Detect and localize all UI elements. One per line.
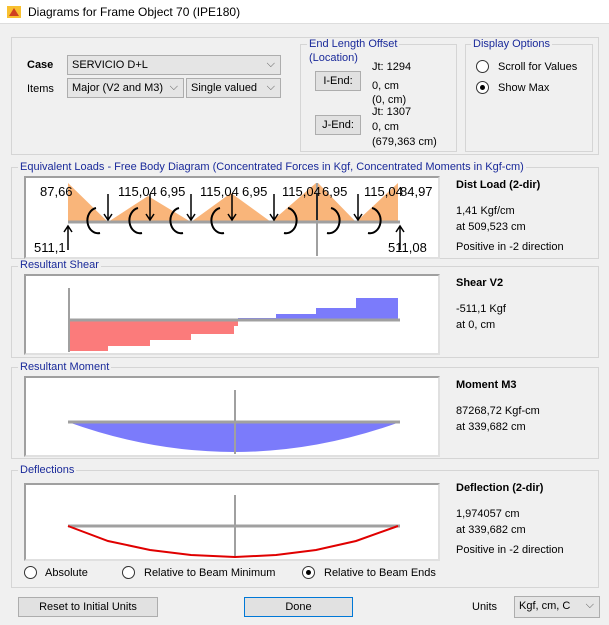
shear-title: Resultant Shear: [18, 259, 101, 271]
app-icon: [7, 6, 21, 18]
chevron-down-icon: ⌵: [266, 58, 275, 70]
display-options-title: Display Options: [471, 38, 553, 50]
fbd-info-location: at 509,523 cm: [456, 221, 526, 233]
fbd-label: 115,04: [200, 184, 239, 199]
value-mode-select[interactable]: Single valued ⌵: [186, 78, 281, 98]
fbd-label: 6,95: [322, 184, 348, 199]
show-max-label: Show Max: [498, 82, 550, 94]
fbd-label: 6,95: [160, 184, 186, 199]
items-select[interactable]: Major (V2 and M3) ⌵: [67, 78, 184, 98]
shear-diagram[interactable]: [24, 274, 440, 355]
deflection-info-title: Deflection (2-dir): [456, 482, 544, 494]
deflection-curve: [67, 525, 399, 559]
chevron-down-icon: ⌵: [266, 81, 275, 93]
chevron-down-icon: ⌵: [585, 599, 594, 611]
relative-min-label: Relative to Beam Minimum: [144, 567, 276, 579]
done-button[interactable]: Done: [244, 597, 353, 617]
shear-info-location: at 0, cm: [456, 319, 496, 331]
fbd-info-direction: Positive in -2 direction: [456, 241, 564, 253]
relative-min-radio[interactable]: [122, 566, 135, 579]
shear-info-value: -511,1 Kgf: [456, 303, 506, 315]
deflection-diagram[interactable]: [24, 483, 440, 561]
j-end-location: (679,363 cm): [372, 136, 437, 148]
moment-info-value: 87268,72 Kgf-cm: [456, 405, 540, 417]
shear-positive: [238, 288, 398, 320]
moment-diagram[interactable]: [24, 376, 440, 457]
i-end-offset: 0, cm: [372, 80, 399, 92]
chevron-down-icon: ⌵: [169, 81, 178, 93]
reset-units-button[interactable]: Reset to Initial Units: [18, 597, 158, 617]
moment-svg: [68, 390, 400, 454]
fbd-title: Equivalent Loads - Free Body Diagram (Co…: [18, 161, 526, 173]
left-reaction: 511,1: [34, 240, 66, 255]
right-reaction: 511,08: [388, 240, 427, 255]
fbd-label: 115,04: [364, 184, 403, 199]
window-title: Diagrams for Frame Object 70 (IPE180): [28, 5, 241, 19]
fbd-info-value: 1,41 Kgf/cm: [456, 205, 515, 217]
j-end-joint: Jt: 1307: [372, 106, 412, 118]
units-select[interactable]: Kgf, cm, C ⌵: [514, 596, 600, 618]
case-label: Case: [27, 59, 54, 71]
deflection-svg: [67, 495, 400, 559]
show-max-radio[interactable]: [476, 81, 489, 94]
fbd-label: 6,95: [242, 184, 268, 199]
end-offset-title: End Length Offset: [307, 38, 400, 50]
i-end-location: (0, cm): [372, 94, 407, 106]
value-mode-value: Single valued: [191, 82, 258, 94]
shear-info-title: Shear V2: [456, 277, 504, 289]
shear-svg: [68, 288, 400, 352]
fbd-right-value: 84,97: [400, 184, 433, 199]
i-end-button[interactable]: I-End:: [315, 71, 361, 91]
moment-info-title: Moment M3: [456, 379, 517, 391]
fbd-label: 115,04: [282, 184, 321, 199]
moment-title: Resultant Moment: [18, 361, 112, 373]
fbd-left-value: 87,66: [40, 184, 73, 199]
scroll-values-radio[interactable]: [476, 60, 489, 73]
units-value: Kgf, cm, C: [519, 600, 571, 612]
fbd-label: 115,04: [118, 184, 157, 199]
case-select[interactable]: SERVICIO D+L ⌵: [67, 55, 281, 75]
end-offset-subtitle: (Location): [307, 52, 360, 64]
i-end-joint: Jt: 1294: [372, 61, 412, 73]
deflection-info-value: 1,974057 cm: [456, 508, 520, 520]
fbd-info-title: Dist Load (2-dir): [456, 179, 541, 191]
scroll-values-label: Scroll for Values: [498, 61, 578, 73]
j-end-button[interactable]: J-End:: [315, 115, 361, 135]
deflection-info-direction: Positive in -2 direction: [456, 544, 564, 556]
deflection-title: Deflections: [18, 464, 77, 476]
absolute-label: Absolute: [45, 567, 88, 579]
units-label: Units: [472, 601, 498, 613]
items-value: Major (V2 and M3): [72, 82, 164, 94]
moment-info-location: at 339,682 cm: [456, 421, 526, 433]
shear-negative: [68, 320, 238, 351]
absolute-radio[interactable]: [24, 566, 37, 579]
deflection-info-location: at 339,682 cm: [456, 524, 526, 536]
title-bar: Diagrams for Frame Object 70 (IPE180): [0, 0, 609, 24]
j-end-offset: 0, cm: [372, 121, 399, 133]
relative-ends-label: Relative to Beam Ends: [324, 567, 436, 579]
relative-ends-radio[interactable]: [302, 566, 315, 579]
fbd-diagram[interactable]: 87,66 115,04 6,95 115,04 6,95 115,04 6,9…: [24, 176, 440, 259]
case-value: SERVICIO D+L: [72, 59, 148, 71]
items-label: Items: [27, 83, 54, 95]
